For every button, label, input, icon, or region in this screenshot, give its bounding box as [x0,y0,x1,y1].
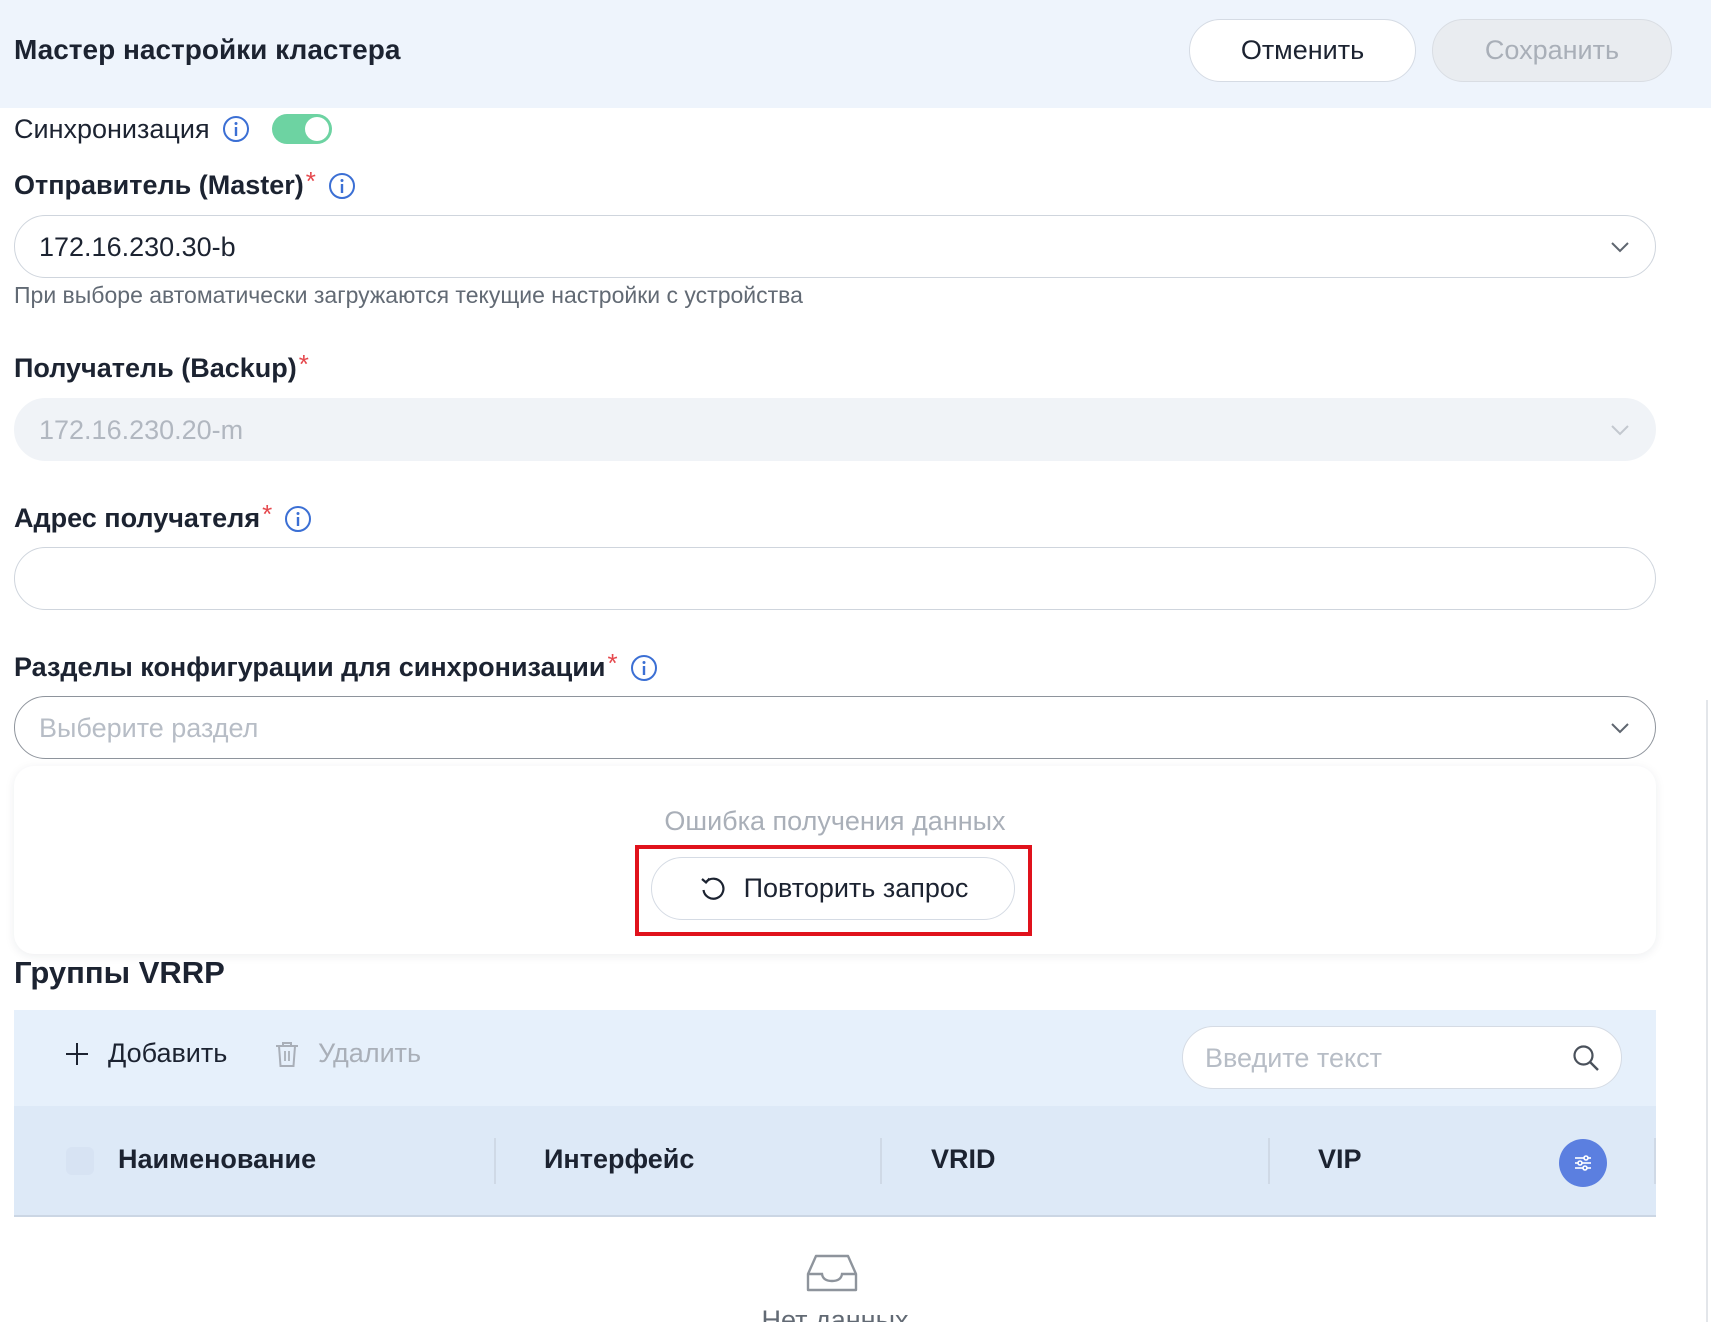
trash-icon [276,1041,298,1067]
column-divider [880,1138,882,1184]
recipient-address-label-text: Адрес получателя [14,503,261,533]
save-button[interactable]: Сохранить [1432,19,1672,82]
chevron-down-icon [1611,723,1629,734]
column-interface[interactable]: Интерфейс [544,1144,694,1175]
required-mark: * [298,349,309,379]
backup-label-text: Получатель (Backup) [14,353,297,383]
delete-button-label: Удалить [318,1038,422,1068]
config-sections-label: Разделы конфигурации для синхронизации * [14,648,658,683]
required-mark: * [305,166,316,196]
required-mark: * [262,499,273,529]
recipient-address-input[interactable] [14,547,1656,610]
inbox-icon [806,1254,858,1292]
plus-icon [66,1042,88,1065]
chevron-down-icon [1611,242,1629,253]
search-icon[interactable] [1571,1043,1601,1073]
column-vrid[interactable]: VRID [931,1144,996,1175]
page-title: Мастер настройки кластера [14,34,401,65]
sync-label: Синхронизация [14,113,210,144]
column-vip[interactable]: VIP [1318,1144,1362,1175]
add-button-label: Добавить [108,1038,228,1068]
chevron-down-icon [1611,425,1629,436]
column-settings-button[interactable] [1559,1139,1607,1187]
sync-row: Синхронизация [14,112,332,146]
backup-select-value: 172.16.230.20-m [39,415,244,445]
vrrp-toolbar: Добавить Удалить [14,1010,1656,1106]
backup-select: 172.16.230.20-m [14,398,1656,461]
config-sections-select[interactable]: Выберите раздел [14,696,1656,759]
select-all-checkbox[interactable] [66,1147,94,1175]
config-sections-label-text: Разделы конфигурации для синхронизации [14,652,606,682]
master-label-text: Отправитель (Master) [14,170,304,200]
backup-label: Получатель (Backup) * [14,349,309,384]
wizard-header: Мастер настройки кластера Отменить Сохра… [0,0,1711,108]
required-mark: * [607,648,618,678]
toggle-knob [304,117,329,141]
master-hint: При выборе автоматически загружаются тек… [14,282,803,308]
sync-toggle[interactable] [271,114,332,144]
master-select[interactable]: 172.16.230.30-b [14,215,1656,278]
error-message: Ошибка получения данных [664,806,1006,836]
vrrp-section-title: Группы VRRP [14,955,225,990]
config-sections-placeholder: Выберите раздел [39,713,259,743]
empty-state-text: Нет данных [761,1305,909,1322]
search-input[interactable] [1205,1041,1545,1075]
column-divider [494,1138,496,1184]
highlight-box [635,845,1032,936]
scrollbar[interactable] [1706,700,1708,1322]
master-label: Отправитель (Master) * [14,166,356,201]
info-icon[interactable] [328,172,356,200]
info-icon[interactable] [222,115,250,143]
info-icon[interactable] [630,654,658,682]
vrrp-search[interactable] [1182,1026,1622,1089]
column-divider [1268,1138,1270,1184]
recipient-address-label: Адрес получателя * [14,499,312,534]
info-icon[interactable] [284,505,312,533]
delete-button[interactable]: Удалить [274,1038,421,1069]
cancel-button[interactable]: Отменить [1189,19,1416,82]
column-name[interactable]: Наименование [118,1144,316,1175]
add-button[interactable]: Добавить [64,1038,227,1069]
vrrp-table-header: Наименование Интерфейс VRID VIP [14,1106,1656,1217]
sliders-icon [1575,1155,1591,1171]
column-divider [1654,1138,1656,1184]
master-select-value: 172.16.230.30-b [39,232,236,262]
